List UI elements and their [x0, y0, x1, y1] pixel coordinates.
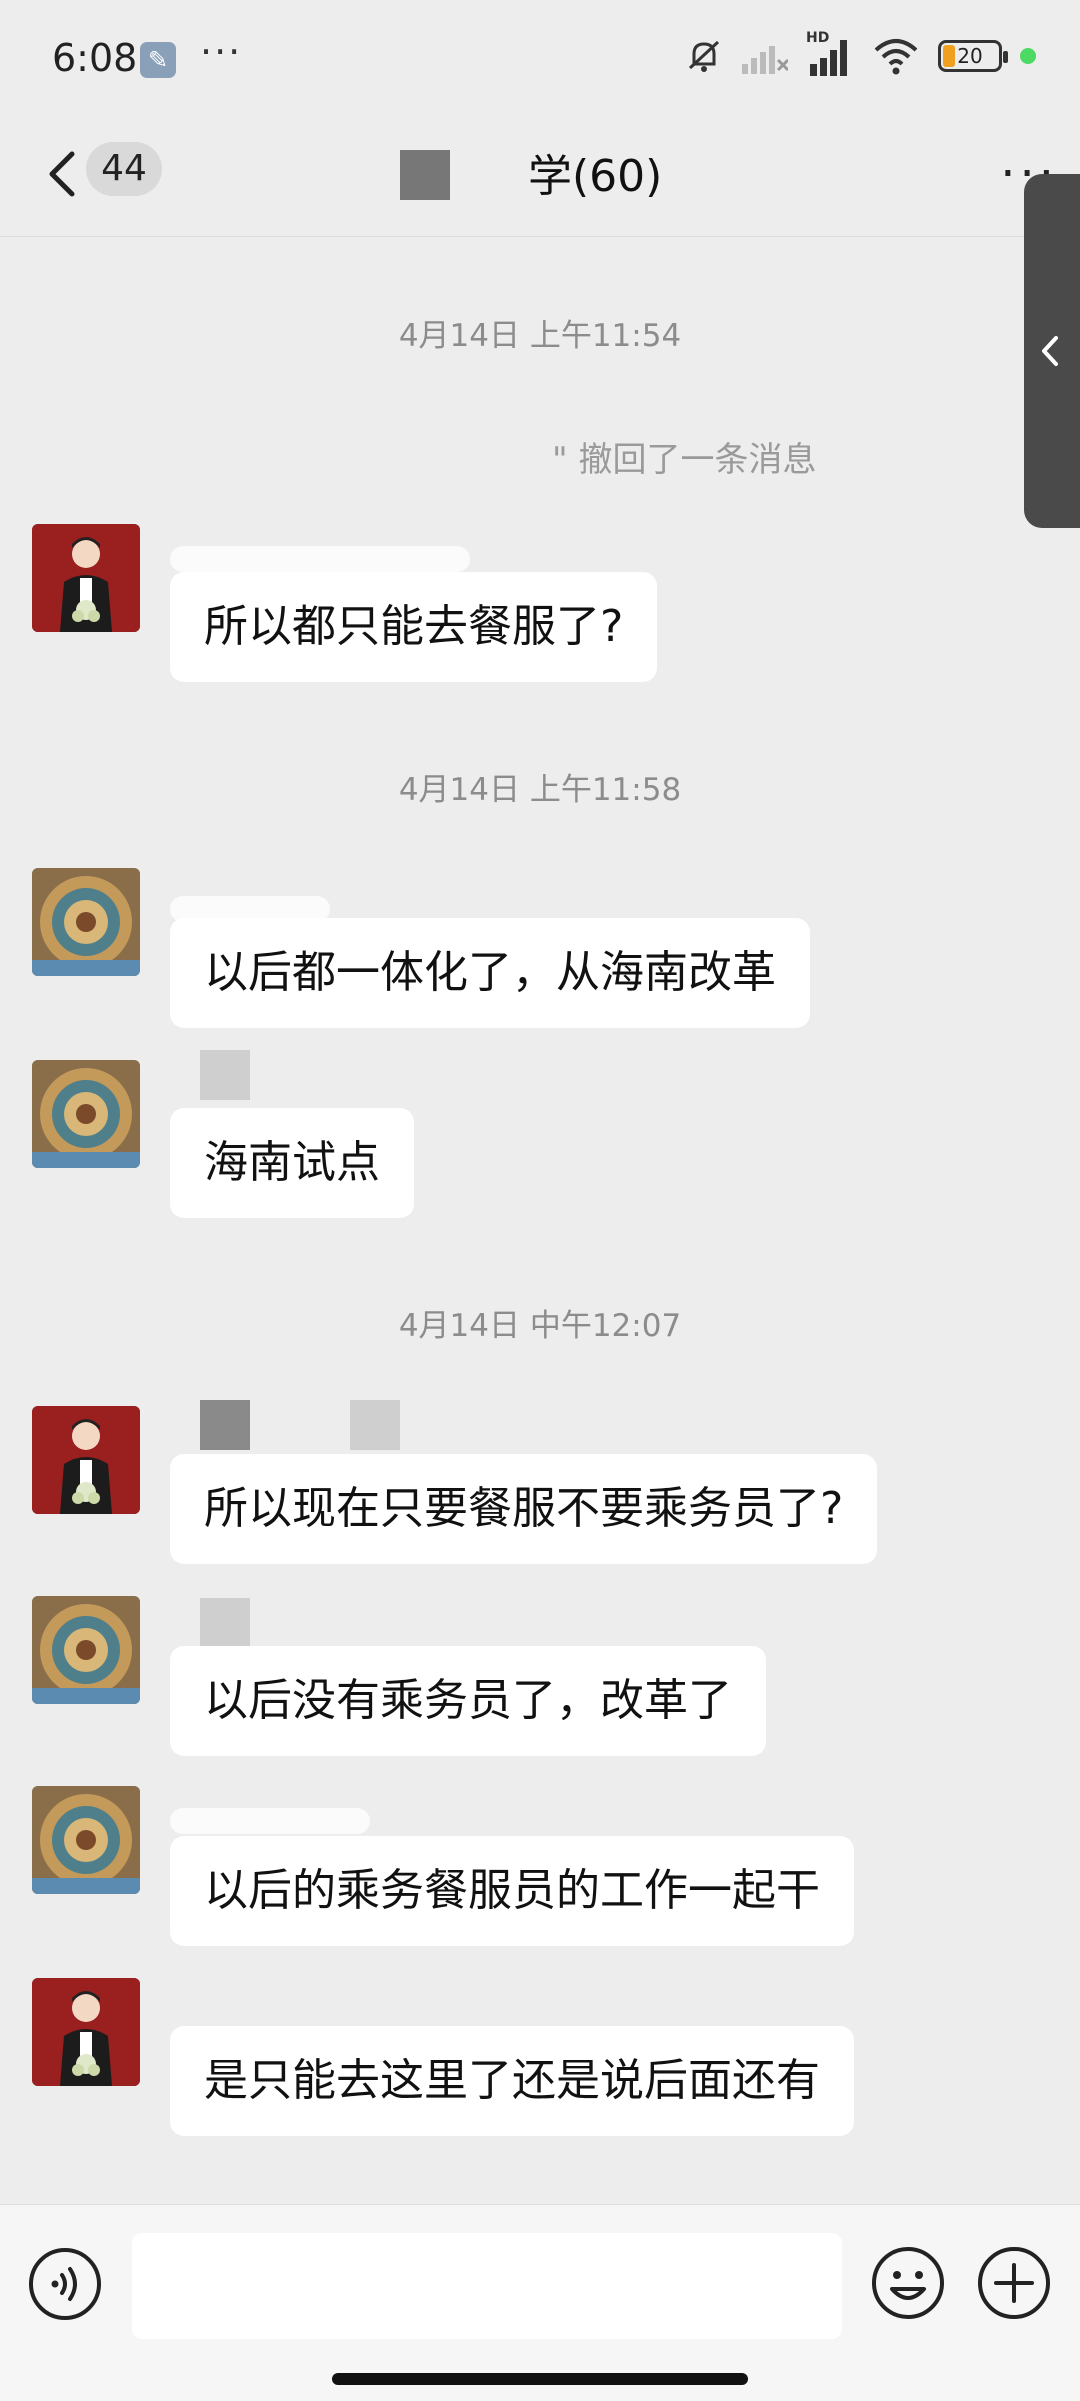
avatar[interactable]: [32, 1060, 140, 1168]
status-time: 6:08: [52, 36, 138, 80]
status-icons: HD 20: [684, 30, 1036, 76]
unread-count-badge[interactable]: 44: [86, 142, 162, 196]
chat-title: 学(60): [528, 151, 663, 202]
mandala-icon: [32, 1060, 140, 1168]
message-bubble[interactable]: 以后的乘务餐服员的工作一起干: [170, 1836, 854, 1946]
sender-name-redacted: [170, 1808, 370, 1834]
message-bubble[interactable]: 所以现在只要餐服不要乘务员了?: [170, 1454, 878, 1564]
status-bar: 6:08 ✎ ··· HD 20: [0, 0, 1080, 120]
sender-name-redacted: [200, 1598, 250, 1648]
mute-icon: [688, 40, 720, 72]
chat-input-bar: [0, 2204, 1080, 2401]
message-input[interactable]: [132, 2233, 842, 2339]
home-indicator[interactable]: [332, 2373, 748, 2385]
message-bubble[interactable]: 以后没有乘务员了，改革了: [170, 1646, 766, 1756]
sender-name-redacted: [170, 546, 470, 572]
battery-level: 20: [957, 44, 983, 68]
message-bubble[interactable]: 以后都一体化了，从海南改革: [170, 918, 810, 1028]
wrench-icon: ✎: [140, 42, 176, 78]
status-more-icon: ···: [200, 30, 243, 74]
mandala-icon: [32, 1786, 140, 1894]
emoji-icon[interactable]: [870, 2245, 946, 2321]
timestamp-separator: 4月14日 中午12:07: [398, 1308, 682, 1344]
message-bubble[interactable]: 所以都只能去餐服了?: [170, 572, 658, 682]
message-bubble[interactable]: 是只能去这里了还是说后面还有: [170, 2026, 854, 2136]
privacy-indicator-dot: [1020, 48, 1036, 64]
sender-name-redacted: [200, 1050, 250, 1100]
person-icon: [32, 524, 140, 632]
mandala-icon: [32, 1596, 140, 1704]
person-icon: [32, 1978, 140, 2086]
battery-icon: 20: [938, 40, 1008, 72]
avatar[interactable]: [32, 1596, 140, 1704]
signal-hd-icon: HD: [806, 30, 854, 76]
signal-weak-icon: [742, 46, 788, 74]
message-bubble[interactable]: 海南试点: [170, 1108, 414, 1218]
title-redaction-block: [400, 150, 450, 200]
avatar[interactable]: [32, 1786, 140, 1894]
chat-header: 44 学(60) ···: [0, 120, 1080, 237]
plus-icon[interactable]: [976, 2245, 1052, 2321]
avatar[interactable]: [32, 524, 140, 632]
person-icon: [32, 1406, 140, 1514]
avatar[interactable]: [32, 1406, 140, 1514]
voice-input-icon[interactable]: [28, 2247, 102, 2321]
avatar[interactable]: [32, 1978, 140, 2086]
mandala-icon: [32, 868, 140, 976]
timestamp-separator: 4月14日 上午11:58: [398, 772, 682, 808]
sender-name-redacted: [200, 1400, 250, 1450]
sender-name-redacted: [350, 1400, 400, 1450]
recall-notice: " 撤回了一条消息: [552, 440, 817, 480]
wifi-icon: [874, 39, 918, 75]
avatar[interactable]: [32, 868, 140, 976]
back-chevron-icon[interactable]: [40, 144, 84, 204]
timestamp-separator: 4月14日 上午11:54: [398, 318, 682, 354]
